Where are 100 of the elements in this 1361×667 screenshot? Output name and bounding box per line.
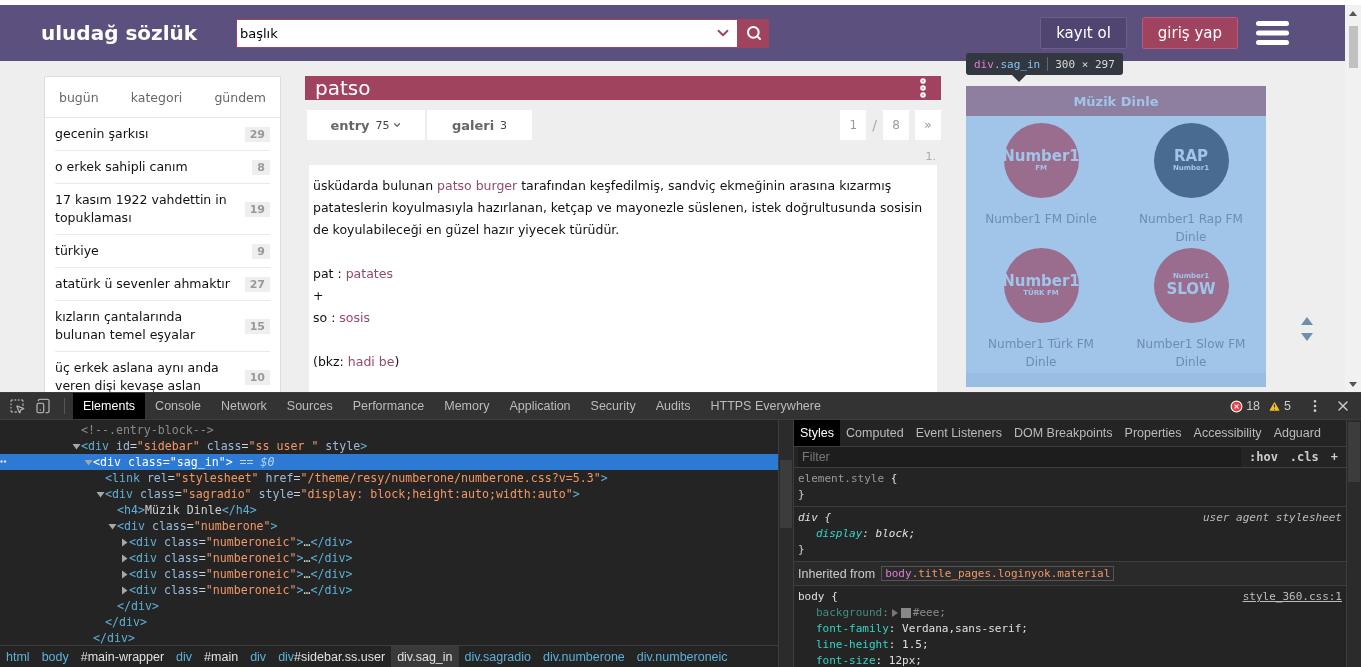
breadcrumb-item[interactable]: body bbox=[35, 646, 75, 667]
css-declaration: background: #eee; bbox=[815, 605, 947, 621]
sidebar-tab[interactable]: kategori bbox=[126, 89, 187, 105]
topic-link[interactable]: o erkek sahipli canım bbox=[55, 158, 188, 176]
topic-link[interactable]: 17 kasım 1922 vahdettin in topuklaması bbox=[55, 191, 237, 227]
css-source[interactable]: style_360.css:1 bbox=[1242, 589, 1342, 605]
styles-tab[interactable]: Properties bbox=[1118, 420, 1188, 446]
styles-tab[interactable]: Event Listeners bbox=[909, 420, 1008, 446]
topic-link[interactable]: türkiye bbox=[55, 242, 99, 260]
entry-count: 8 bbox=[252, 159, 270, 175]
entry-count: 19 bbox=[244, 201, 270, 217]
topic-link[interactable]: kızların çantalarında bulunan temel eşyalar bbox=[55, 308, 237, 344]
warning-count: 5 bbox=[1284, 399, 1291, 413]
entry-count: 9 bbox=[252, 243, 270, 259]
scroll-down-icon[interactable] bbox=[1349, 382, 1357, 387]
breadcrumb-item[interactable]: #main bbox=[198, 646, 245, 667]
styles-action-button[interactable]: :hov bbox=[1244, 450, 1282, 464]
entry-link[interactable]: patates bbox=[345, 266, 393, 281]
devtools-tab[interactable]: Network bbox=[211, 393, 277, 419]
expand-triangle-icon[interactable] bbox=[108, 521, 117, 531]
dom-node[interactable]: <div class="numberoneic">…</div> bbox=[0, 550, 778, 566]
topic-tab[interactable]: galeri 3 bbox=[427, 110, 532, 140]
collapsed-triangle-icon[interactable] bbox=[120, 569, 129, 579]
warning-icon bbox=[1268, 399, 1282, 413]
css-selector: body { bbox=[798, 589, 838, 605]
breadcrumb-item[interactable]: #main-wrapper bbox=[74, 646, 171, 667]
entry-number: 1. bbox=[925, 150, 936, 163]
breadcrumb-item[interactable]: div.sag_in bbox=[391, 646, 459, 667]
scrollbar-thumb[interactable] bbox=[1348, 26, 1358, 68]
inspect-icon[interactable] bbox=[9, 398, 25, 414]
styles-tab[interactable]: Computed bbox=[840, 420, 910, 446]
styles-action-button[interactable]: + bbox=[1326, 450, 1342, 464]
expand-triangle-icon[interactable] bbox=[96, 489, 105, 499]
devtools-tab[interactable]: Performance bbox=[342, 393, 435, 419]
breadcrumb-item[interactable]: div.numberone bbox=[537, 646, 631, 667]
css-selector: div { bbox=[798, 510, 832, 526]
entry-text: pat : patates + so : sosis bbox=[313, 265, 394, 327]
devtools-tab[interactable]: Elements bbox=[73, 393, 146, 419]
dom-node[interactable]: </div> bbox=[0, 598, 778, 614]
topic-link[interactable]: üç erkek aslana aynı anda veren dişi kevaşe aslan bbox=[55, 359, 237, 392]
collapsed-triangle-icon[interactable] bbox=[120, 537, 129, 547]
devtools-tab[interactable]: Console bbox=[145, 393, 211, 419]
styles-tab[interactable]: Adguard bbox=[1267, 420, 1327, 446]
entry-link[interactable]: sosis bbox=[339, 310, 370, 325]
css-declaration: font-family: Verdana,sans-serif; bbox=[815, 621, 1029, 637]
dom-node[interactable]: <div id="sidebar" class="ss user " style> bbox=[0, 438, 778, 454]
dom-node[interactable]: <div class="sagradio" style="display: block;height:auto;width:auto"> bbox=[0, 486, 778, 502]
topic-tab[interactable]: entry 75 bbox=[307, 110, 425, 140]
devtools-tab[interactable]: Application bbox=[499, 393, 581, 419]
expand-triangle-icon[interactable] bbox=[72, 441, 81, 451]
breadcrumb-item[interactable]: div bbox=[170, 646, 199, 667]
css-declaration: font-size: 12px; bbox=[815, 653, 923, 667]
inherited-selector[interactable]: body.title_pages.loginyok.material bbox=[881, 566, 1115, 581]
breadcrumb-item[interactable]: div.sagradio bbox=[458, 646, 537, 667]
devtools-tab[interactable]: Audits bbox=[645, 393, 701, 419]
css-brace: } bbox=[798, 542, 806, 558]
dom-node[interactable]: <div class="numberoneic">…</div> bbox=[0, 566, 778, 582]
devtools-tab[interactable]: HTTPS Everywhere bbox=[700, 393, 831, 419]
topic-link[interactable]: atatürk ü sevenler ahmaktır bbox=[55, 275, 230, 293]
dom-node[interactable]: <!--.entry-block--> bbox=[0, 422, 778, 438]
breadcrumb-item[interactable]: html bbox=[0, 646, 36, 667]
error-count: 18 bbox=[1246, 399, 1261, 413]
devtools-tab[interactable]: Sources bbox=[276, 393, 343, 419]
scroll-up-icon[interactable] bbox=[1349, 11, 1357, 16]
breadcrumb-item[interactable]: div#sidebar.ss.user bbox=[272, 646, 392, 667]
collapsed-triangle-icon[interactable] bbox=[120, 585, 129, 595]
breadcrumb-item[interactable]: div.numberoneic bbox=[630, 646, 734, 667]
devtools-tab[interactable]: Memory bbox=[434, 393, 500, 419]
devtools-tab[interactable]: Security bbox=[580, 393, 646, 419]
styles-tab[interactable]: DOM Breakpoints bbox=[1007, 420, 1119, 446]
search-button[interactable] bbox=[738, 18, 769, 48]
collapsed-triangle-icon[interactable] bbox=[120, 553, 129, 563]
signup-button[interactable]: kayıt ol bbox=[1040, 17, 1127, 49]
error-icon bbox=[1230, 399, 1244, 413]
entry-link[interactable]: patso burger bbox=[437, 178, 518, 193]
scroll-arrows-icon[interactable] bbox=[1300, 316, 1314, 342]
dom-node[interactable]: <div class="sag_in"> == $0 bbox=[0, 454, 778, 470]
breadcrumb-item[interactable]: div bbox=[244, 646, 273, 667]
css-source[interactable]: user agent stylesheet bbox=[1202, 510, 1342, 526]
entry-link[interactable]: hadi be bbox=[347, 354, 395, 369]
sidebar-tab[interactable]: gündem bbox=[210, 89, 270, 105]
dom-node[interactable]: <div class="numberoneic">…</div> bbox=[0, 534, 778, 550]
dom-node[interactable]: <link rel="stylesheet" href="/theme/resy/numberone/numberone.css?v=5.3"> bbox=[0, 470, 778, 486]
dom-node[interactable]: <h4>Müzik Dinle</h4> bbox=[0, 502, 778, 518]
styles-tab[interactable]: Styles bbox=[794, 420, 841, 446]
color-swatch[interactable] bbox=[900, 608, 911, 618]
topic-link[interactable]: gecenin şarkısı bbox=[55, 125, 149, 143]
login-button[interactable]: giriş yap bbox=[1141, 17, 1238, 49]
dom-node[interactable]: <div class="numberone"> bbox=[0, 518, 778, 534]
menu-icon[interactable] bbox=[1256, 21, 1289, 45]
dom-node[interactable]: </div> bbox=[0, 614, 778, 630]
filter-field[interactable]: Filter bbox=[798, 447, 1241, 467]
styles-action-button[interactable]: .cls bbox=[1285, 450, 1323, 464]
device-icon[interactable] bbox=[35, 398, 51, 414]
site-logo[interactable]: uludağ sözlük bbox=[41, 21, 236, 45]
styles-tab[interactable]: Accessibility bbox=[1187, 420, 1268, 446]
dom-node[interactable]: <div class="numberoneic">…</div> bbox=[0, 582, 778, 598]
sidebar-tab[interactable]: bugün bbox=[55, 89, 103, 105]
expand-triangle-icon[interactable] bbox=[890, 609, 899, 617]
dom-node[interactable]: </div> bbox=[0, 630, 778, 645]
